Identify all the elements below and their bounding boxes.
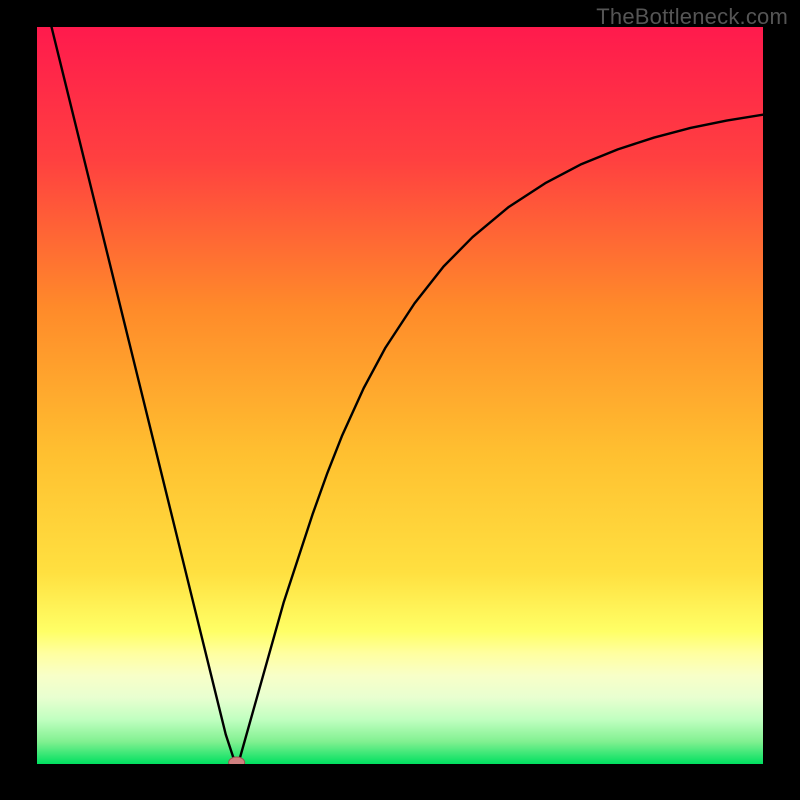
chart-frame: TheBottleneck.com [0, 0, 800, 800]
plot-area [37, 27, 763, 764]
bottleneck-plot [37, 27, 763, 764]
watermark-text: TheBottleneck.com [596, 4, 788, 30]
optimum-marker [229, 757, 245, 764]
